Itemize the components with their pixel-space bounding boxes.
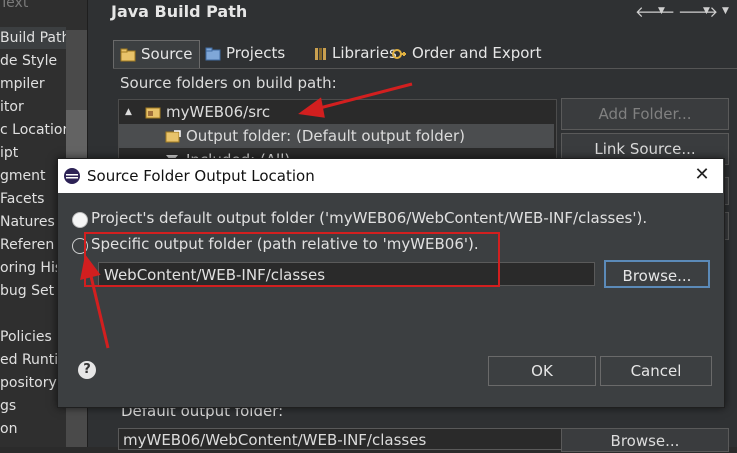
annotation-arrow-top	[298, 82, 413, 118]
annotation-arrow-bottom	[80, 254, 110, 349]
annotation-arrows	[80, 82, 413, 349]
